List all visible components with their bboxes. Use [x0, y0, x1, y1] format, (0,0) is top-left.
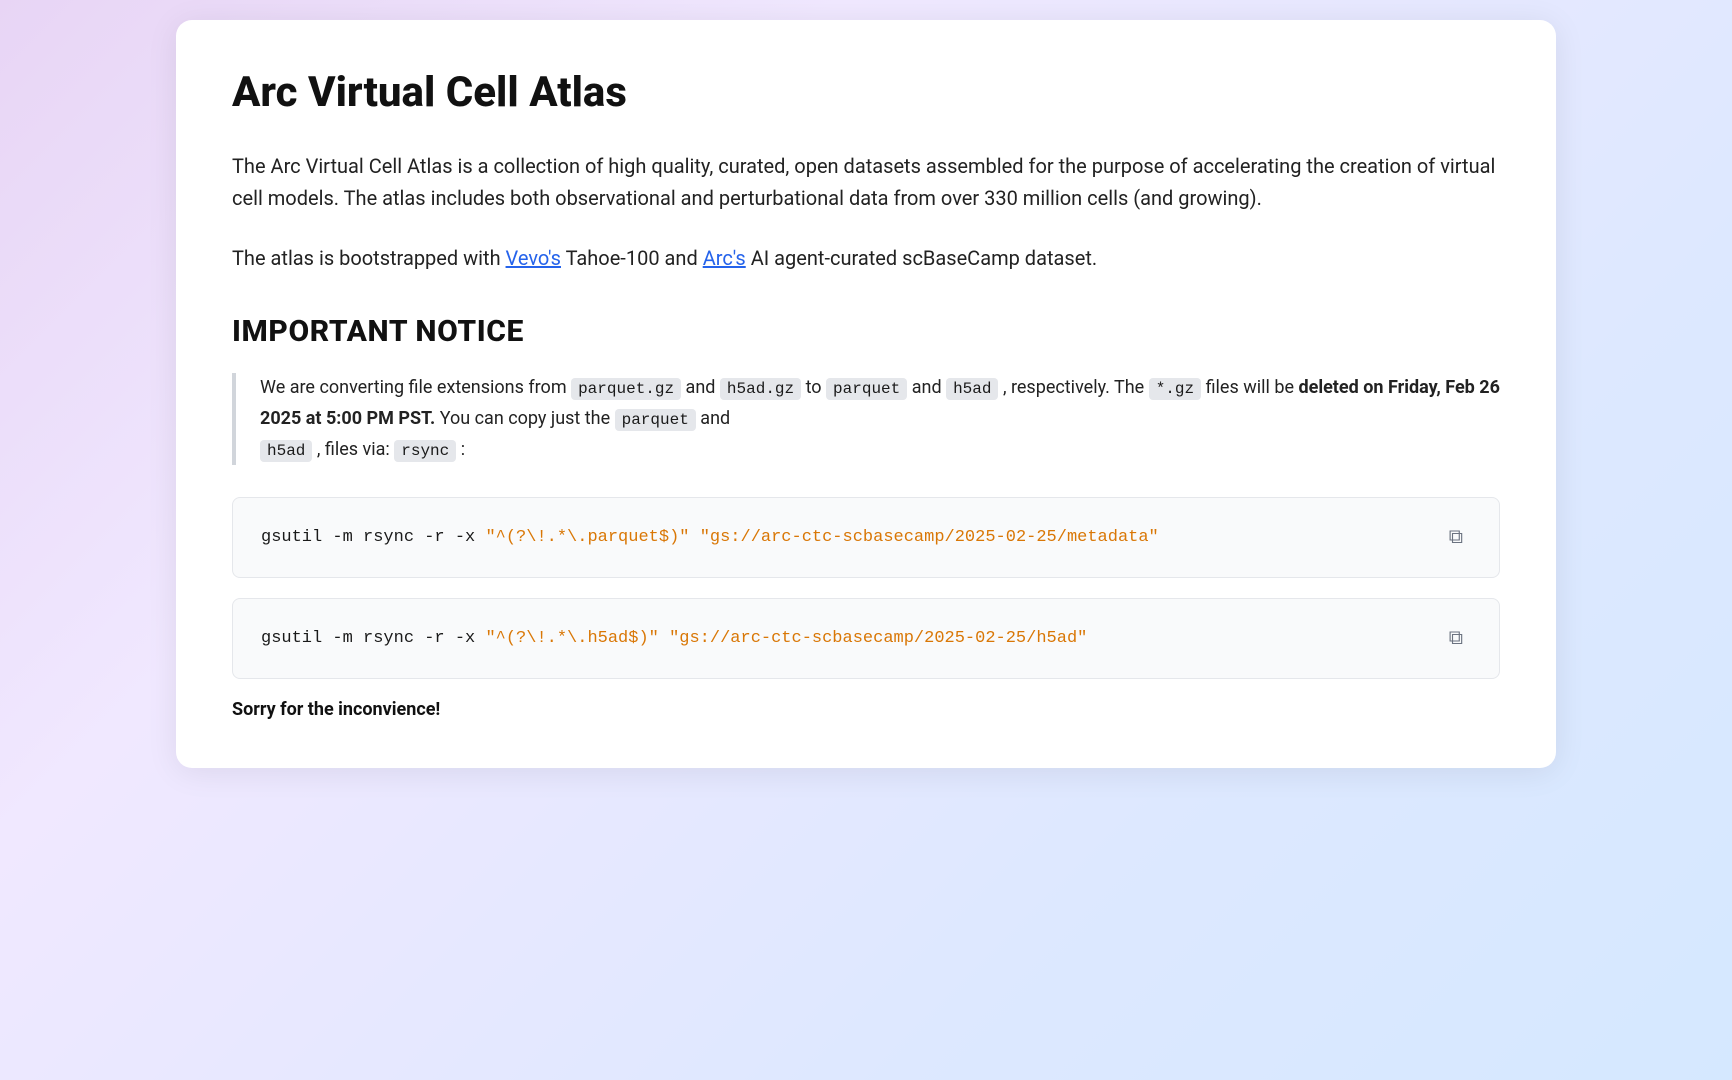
code-gz-wildcard: *.gz: [1149, 378, 1201, 400]
code-h5ad-gz: h5ad.gz: [720, 378, 801, 400]
code-block-1-string2: "gs://arc-ctc-scbasecamp/2025-02-25/meta…: [700, 528, 1159, 547]
code-block-2-string1: "^(?\!.*\.h5ad$)": [485, 629, 658, 648]
bootstrap-suffix: AI agent-curated scBaseCamp dataset.: [746, 246, 1097, 270]
code-block-2: gsutil -m rsync -r -x "^(?\!.*\.h5ad$)" …: [232, 598, 1500, 679]
notice-and2: and: [907, 377, 946, 398]
vevo-link[interactable]: Vevo's: [506, 246, 561, 270]
bootstrap-line: The atlas is bootstrapped with Vevo's Ta…: [232, 242, 1500, 274]
description-paragraph: The Arc Virtual Cell Atlas is a collecti…: [232, 150, 1500, 214]
code-block-2-prefix: gsutil -m rsync -r -x: [261, 629, 485, 648]
notice-text-prefix: We are converting file extensions from: [260, 377, 571, 398]
code-block-1: gsutil -m rsync -r -x "^(?\!.*\.parquet$…: [232, 497, 1500, 578]
page-title: Arc Virtual Cell Atlas: [232, 68, 1500, 118]
bootstrap-middle: Tahoe-100 and: [561, 246, 703, 270]
code-block-2-string2: "gs://arc-ctc-scbasecamp/2025-02-25/h5ad…: [669, 629, 1087, 648]
notice-colon: :: [456, 439, 465, 460]
sorry-text: Sorry for the inconvience!: [232, 699, 1500, 720]
code-h5ad-inline: h5ad: [946, 378, 998, 400]
code-parquet-gz: parquet.gz: [571, 378, 681, 400]
notice-delete: files will be: [1201, 377, 1298, 398]
copy-icon-1: ⧉: [1449, 526, 1463, 548]
code-rsync: rsync: [394, 440, 456, 462]
notice-text: We are converting file extensions from p…: [260, 373, 1500, 465]
important-notice-title: IMPORTANT NOTICE: [232, 314, 1500, 349]
code-block-1-space: [689, 528, 699, 547]
notice-copy-prefix: You can copy just the: [435, 408, 614, 429]
copy-button-2[interactable]: ⧉: [1441, 623, 1471, 654]
description-text: The Arc Virtual Cell Atlas is a collecti…: [232, 154, 1495, 210]
code-block-1-text: gsutil -m rsync -r -x "^(?\!.*\.parquet$…: [261, 528, 1425, 547]
main-card: Arc Virtual Cell Atlas The Arc Virtual C…: [176, 20, 1556, 768]
bootstrap-prefix: The atlas is bootstrapped with: [232, 246, 506, 270]
notice-to: to: [801, 377, 826, 398]
code-block-2-text: gsutil -m rsync -r -x "^(?\!.*\.h5ad$)" …: [261, 629, 1425, 648]
code-block-2-space: [659, 629, 669, 648]
notice-and1: and: [681, 377, 720, 398]
code-parquet-plain: parquet: [615, 409, 696, 431]
code-h5ad-plain: h5ad: [260, 440, 312, 462]
code-parquet: parquet: [826, 378, 907, 400]
arc-link[interactable]: Arc's: [703, 246, 746, 270]
notice-respectively: , respectively. The: [998, 377, 1148, 398]
notice-block: We are converting file extensions from p…: [232, 373, 1500, 465]
notice-and3: and: [696, 408, 730, 429]
code-block-1-prefix: gsutil -m rsync -r -x: [261, 528, 485, 547]
notice-via: , files via:: [312, 439, 394, 460]
copy-icon-2: ⧉: [1449, 627, 1463, 649]
copy-button-1[interactable]: ⧉: [1441, 522, 1471, 553]
code-block-1-string1: "^(?\!.*\.parquet$)": [485, 528, 689, 547]
